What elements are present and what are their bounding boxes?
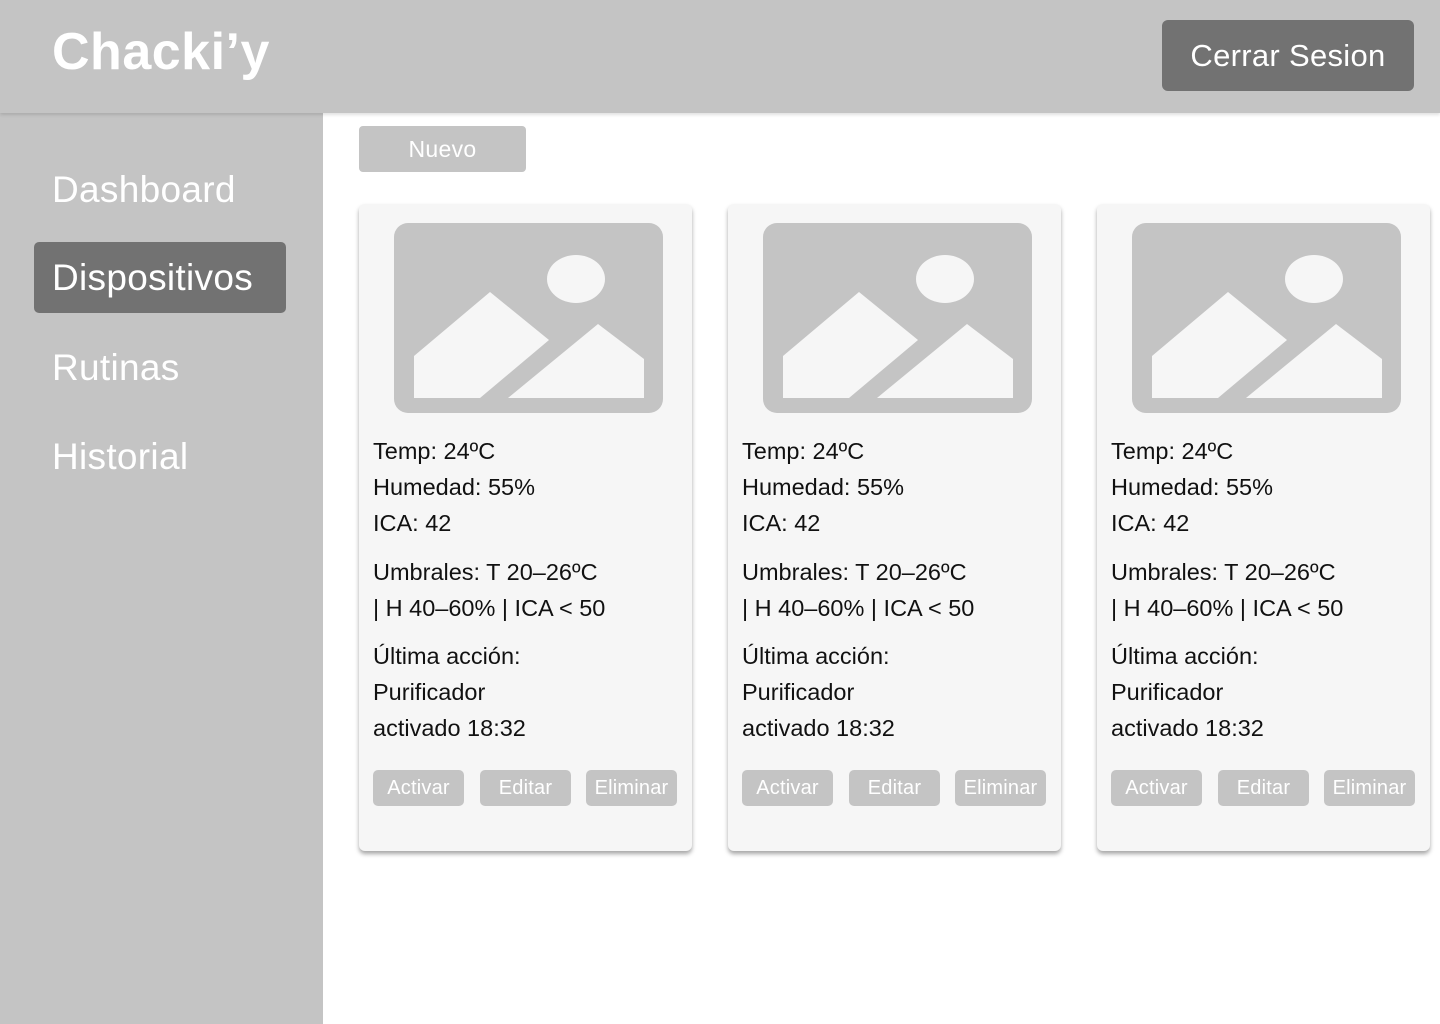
humidity-reading: Humedad: 55% [1111,474,1273,500]
edit-button[interactable]: Editar [849,770,940,806]
sidebar-item-dispositivos[interactable]: Dispositivos [34,242,286,313]
temperature-reading: Temp: 24ºC [373,438,496,464]
sidebar-item-historial[interactable]: Historial [34,421,286,492]
last-action-line: Purificador [742,679,855,705]
temperature-reading: Temp: 24ºC [1111,438,1234,464]
thresholds-line: | H 40–60% | ICA < 50 [1111,595,1344,621]
app-logo: Chacki’y [52,23,270,81]
last-action-line: activado 18:32 [1111,715,1264,741]
ica-reading: ICA: 42 [742,510,821,536]
delete-button[interactable]: Eliminar [955,770,1046,806]
image-placeholder-icon [1132,223,1401,413]
edit-button[interactable]: Editar [480,770,571,806]
device-card: Temp: 24ºC Humedad: 55% ICA: 42 Umbrales… [1097,204,1430,851]
temperature-reading: Temp: 24ºC [742,438,865,464]
delete-button[interactable]: Eliminar [1324,770,1415,806]
thresholds-line: Umbrales: T 20–26ºC [373,559,598,585]
image-placeholder-icon [394,223,663,413]
humidity-reading: Humedad: 55% [742,474,904,500]
new-device-button[interactable]: Nuevo [359,126,526,172]
last-action-line: Última acción: [742,643,890,669]
edit-button[interactable]: Editar [1218,770,1309,806]
last-action-line: Purificador [373,679,486,705]
ica-reading: ICA: 42 [1111,510,1190,536]
header: Chacki’y Cerrar Sesion [0,0,1440,113]
logout-button[interactable]: Cerrar Sesion [1162,20,1414,91]
last-action-line: Última acción: [1111,643,1259,669]
last-action-line: Purificador [1111,679,1224,705]
delete-button[interactable]: Eliminar [586,770,677,806]
thresholds-line: Umbrales: T 20–26ºC [1111,559,1336,585]
device-card: Temp: 24ºC Humedad: 55% ICA: 42 Umbrales… [359,204,692,851]
last-action-line: Última acción: [373,643,521,669]
sidebar-item-dashboard[interactable]: Dashboard [34,154,286,225]
last-action-line: activado 18:32 [373,715,526,741]
device-card: Temp: 24ºC Humedad: 55% ICA: 42 Umbrales… [728,204,1061,851]
humidity-reading: Humedad: 55% [373,474,535,500]
activate-button[interactable]: Activar [1111,770,1202,806]
thresholds-line: Umbrales: T 20–26ºC [742,559,967,585]
sidebar-item-rutinas[interactable]: Rutinas [34,332,286,403]
thresholds-line: | H 40–60% | ICA < 50 [742,595,975,621]
activate-button[interactable]: Activar [742,770,833,806]
image-placeholder-icon [763,223,1032,413]
activate-button[interactable]: Activar [373,770,464,806]
ica-reading: ICA: 42 [373,510,452,536]
last-action-line: activado 18:32 [742,715,895,741]
thresholds-line: | H 40–60% | ICA < 50 [373,595,606,621]
